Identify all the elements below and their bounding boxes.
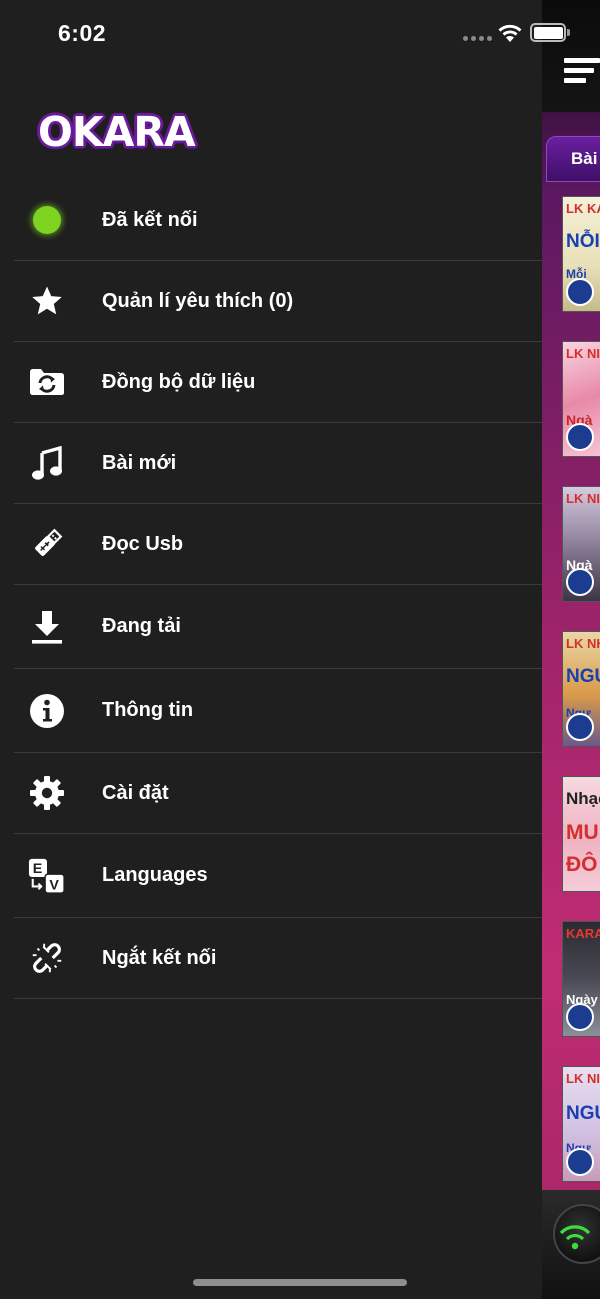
main-bottom-bar	[542, 1190, 600, 1299]
menu-item-label: Đang tải	[102, 615, 181, 637]
usb-icon	[28, 525, 66, 563]
menu-item-label: Cài đặt	[102, 781, 169, 804]
thumbnail-text: LK KA	[566, 201, 600, 216]
wifi-connect-button[interactable]	[553, 1204, 600, 1264]
menu-item-new-songs[interactable]: Bài mới	[14, 423, 542, 504]
thumbnail-text: LK NI	[566, 346, 600, 361]
disconnect-icon	[28, 939, 66, 977]
status-bar: 6:02	[0, 0, 542, 66]
star-icon	[28, 282, 66, 320]
menu-item-label: Quản lí yêu thích (0)	[102, 289, 294, 312]
thumbnail-title: NGU	[566, 1103, 600, 1124]
song-thumbnail[interactable]: Nhạc MU ĐÔ	[562, 776, 600, 892]
svg-text:V: V	[49, 877, 59, 893]
menu-item-info[interactable]: Thông tin	[14, 669, 542, 753]
menu-item-read-usb[interactable]: Đọc Usb	[14, 504, 542, 585]
wifi-icon	[559, 1225, 591, 1250]
main-topbar	[542, 0, 600, 112]
publisher-badge-icon	[566, 1003, 594, 1031]
navigation-drawer: OKARA Đã kết nối Quản lí yêu thích (0) Đ…	[0, 0, 542, 1299]
publisher-badge-icon	[566, 713, 594, 741]
thumbnail-text: LK NH	[566, 636, 600, 651]
song-thumbnail[interactable]: LK NH NGU Ngư	[562, 631, 600, 747]
menu-item-sync[interactable]: Đồng bộ dữ liệu	[14, 342, 542, 423]
thumbnail-text: Nhạc	[566, 789, 600, 808]
hamburger-menu-icon[interactable]	[564, 58, 600, 88]
song-thumbnail[interactable]: LK NI Ngà	[562, 341, 600, 457]
tab-songs[interactable]: Bài	[546, 136, 600, 182]
thumbnail-subtitle: ĐÔ	[566, 853, 598, 876]
drawer-menu: Đã kết nối Quản lí yêu thích (0) Đồng bộ…	[14, 180, 542, 999]
battery-icon	[530, 23, 566, 42]
menu-item-favorites[interactable]: Quản lí yêu thích (0)	[14, 261, 542, 342]
song-thumbnail[interactable]: LK NI NGU Ngư	[562, 1066, 600, 1182]
sync-folder-icon	[28, 363, 66, 401]
music-note-icon	[28, 444, 66, 482]
info-icon	[28, 692, 66, 730]
menu-item-languages[interactable]: E V Languages	[14, 834, 542, 918]
menu-item-label: Đọc Usb	[102, 532, 184, 555]
main-content-peek[interactable]: Bài LK KA NỖI Mỗi LK NI Ngà LK NI Ngà LK…	[542, 0, 600, 1299]
download-icon	[28, 608, 66, 646]
connected-dot-icon	[28, 201, 66, 239]
song-thumbnail[interactable]: LK KA NỖI Mỗi	[562, 196, 600, 312]
menu-item-label: Languages	[102, 864, 208, 886]
song-thumbnail[interactable]: LK NI Ngà	[562, 486, 600, 602]
wifi-status-icon	[497, 23, 523, 48]
status-time: 6:02	[58, 20, 107, 46]
publisher-badge-icon	[566, 568, 594, 596]
cellular-signal-icon	[463, 36, 492, 41]
menu-item-settings[interactable]: Cài đặt	[14, 753, 542, 834]
svg-text:E: E	[33, 861, 43, 877]
menu-item-label: Thông tin	[102, 699, 194, 721]
app-logo: OKARA	[38, 108, 196, 156]
thumbnail-title: NỖI	[566, 231, 600, 252]
menu-item-label: Bài mới	[102, 451, 177, 474]
thumbnail-text: LK NI	[566, 1071, 600, 1086]
languages-icon: E V	[28, 857, 66, 895]
thumbnail-title: MU	[566, 821, 599, 844]
thumbnail-text: KARA	[566, 926, 600, 941]
menu-item-label: Đồng bộ dữ liệu	[102, 370, 256, 393]
home-indicator[interactable]	[193, 1279, 407, 1286]
menu-item-connected[interactable]: Đã kết nối	[14, 180, 542, 261]
menu-item-downloading[interactable]: Đang tải	[14, 585, 542, 669]
publisher-badge-icon	[566, 1148, 594, 1176]
battery-cap	[567, 29, 570, 36]
gear-icon	[28, 774, 66, 812]
publisher-badge-icon	[566, 423, 594, 451]
menu-item-label: Đã kết nối	[102, 208, 198, 231]
thumbnail-title: NGU	[566, 666, 600, 687]
menu-item-label: Ngắt kết nối	[102, 946, 217, 969]
thumbnail-text: LK NI	[566, 491, 600, 506]
tab-label: Bài	[571, 149, 598, 168]
menu-item-disconnect[interactable]: Ngắt kết nối	[14, 918, 542, 999]
publisher-badge-icon	[566, 278, 594, 306]
song-thumbnail[interactable]: KARA Ngày	[562, 921, 600, 1037]
